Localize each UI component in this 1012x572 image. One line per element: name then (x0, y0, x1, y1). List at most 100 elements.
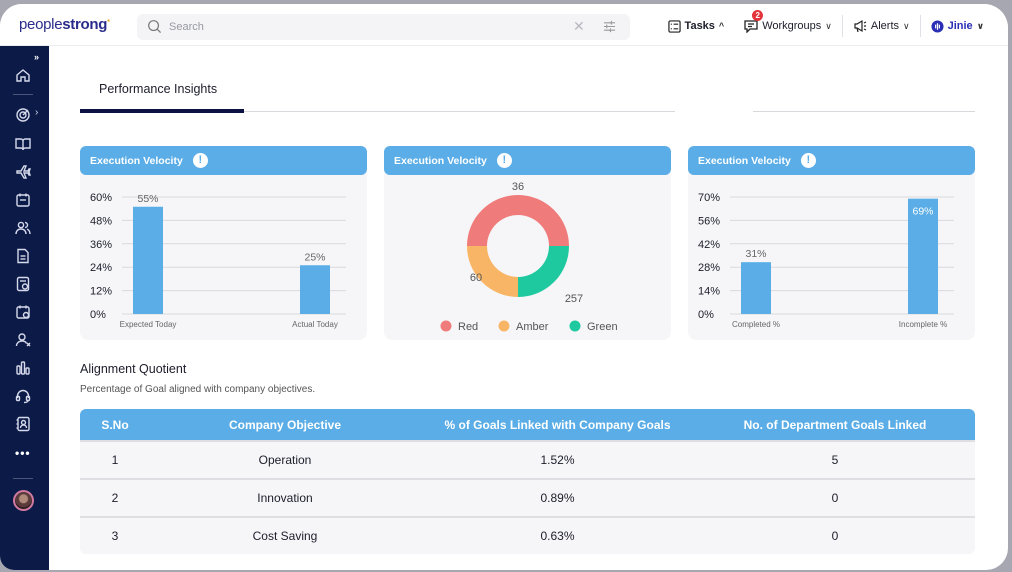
contacts-icon[interactable] (14, 415, 32, 433)
completion-bar-chart: 0% 14% 28% 42% 56% 70% 31% Completed % 69% Incomp… (698, 192, 954, 329)
info-icon[interactable]: ! (800, 153, 816, 168)
sidebar-divider (13, 478, 33, 479)
execution-velocity-card-1: Execution Velocity ! 0% 12% 24% 36% 48% 60% 55… (80, 146, 367, 340)
more-icon[interactable]: ••• (15, 446, 31, 460)
card-header: Execution Velocity ! (688, 146, 975, 175)
data-label: 69% (912, 206, 933, 218)
cell-sno: 2 (111, 491, 119, 505)
data-label: 31% (745, 248, 766, 260)
header-goals-linked-pct[interactable]: % of Goals Linked with Company Goals (420, 418, 695, 432)
goals-icon[interactable] (14, 106, 32, 124)
expected-vs-actual-bar-chart: 0% 12% 24% 36% 48% 60% 55% Expected Today 25% Act… (90, 192, 346, 329)
active-tab-indicator (80, 109, 244, 113)
y-tick-label: 42% (698, 239, 720, 251)
header-dept-goals-linked[interactable]: No. of Department Goals Linked (695, 418, 975, 432)
cell-dept-goals: 0 (831, 529, 839, 543)
header-company-objective[interactable]: Company Objective (150, 418, 420, 432)
clear-search-icon[interactable]: ✕ (573, 19, 585, 33)
y-tick-label: 0% (90, 309, 106, 321)
cell-dept-goals: 0 (831, 491, 839, 505)
bar (300, 265, 330, 314)
logo-mark-icon: ▪ (107, 16, 110, 25)
chevron-right-icon[interactable]: › (35, 107, 38, 118)
schedule-icon[interactable] (14, 303, 32, 321)
cell-objective: Operation (258, 453, 312, 467)
data-label: 60 (470, 272, 482, 284)
execution-velocity-card-2: Execution Velocity ! 36 60 257 Red Amber Gree… (384, 146, 671, 340)
tasks-menu[interactable]: Tasks ^ (658, 15, 735, 37)
card-title: Execution Velocity (698, 154, 791, 167)
tab-divider (244, 111, 675, 112)
donut-slice-red (467, 195, 569, 246)
logo-text-1: people (19, 16, 63, 33)
search-bar: ✕ (137, 14, 630, 40)
y-tick-label: 28% (698, 262, 720, 274)
filter-icon[interactable] (603, 20, 616, 38)
alerts-menu[interactable]: Alerts ∨ (843, 15, 920, 37)
logo[interactable]: peoplestrong▪ (19, 16, 110, 33)
y-tick-label: 70% (698, 192, 720, 204)
workgroups-label: Workgroups (762, 20, 822, 32)
chevron-up-icon: ^ (718, 21, 725, 31)
calendar-icon[interactable] (14, 191, 32, 209)
info-icon[interactable]: ! (496, 153, 512, 168)
chat-icon (744, 20, 758, 33)
y-tick-label: 12% (90, 286, 112, 298)
search-input[interactable] (169, 18, 549, 36)
cell-goals-pct: 0.63% (540, 529, 575, 543)
main-content: Performance Insights Execution Velocity … (49, 46, 1008, 570)
workgroups-menu[interactable]: 2 Workgroups ∨ (734, 10, 842, 37)
y-tick-label: 14% (698, 286, 720, 298)
jinie-label: Jinie (947, 20, 973, 32)
chevron-down-icon: ∨ (903, 20, 910, 31)
avatar[interactable] (13, 490, 34, 511)
tasks-icon (667, 19, 681, 33)
tab-performance-insights[interactable]: Performance Insights (99, 82, 217, 96)
search-icon (147, 19, 162, 39)
info-icon[interactable]: ! (192, 153, 208, 168)
table-row[interactable]: 3 Cost Saving 0.63% 0 (80, 516, 975, 554)
alignment-quotient-subtitle: Percentage of Goal aligned with company … (80, 384, 316, 395)
cell-sno: 3 (111, 529, 119, 543)
x-tick-label: Actual Today (292, 320, 338, 329)
card-header: Execution Velocity ! (80, 146, 367, 175)
user-remove-icon[interactable] (14, 331, 32, 349)
header-sno[interactable]: S.No (80, 418, 150, 432)
reports-icon[interactable] (14, 275, 32, 293)
cell-sno: 1 (111, 453, 119, 467)
table-row[interactable]: 2 Innovation 0.89% 0 (80, 478, 975, 516)
support-icon[interactable] (14, 387, 32, 405)
cell-dept-goals: 5 (831, 453, 839, 467)
legend-swatch (440, 320, 452, 332)
sidebar-divider (13, 94, 33, 95)
logo-text-2: strong (62, 16, 108, 33)
data-label: 36 (512, 181, 524, 193)
analytics-icon[interactable] (14, 359, 32, 377)
data-label: 25% (304, 251, 325, 263)
data-label: 257 (565, 293, 583, 305)
table-row[interactable]: 1 Operation 1.52% 5 (80, 440, 975, 478)
alignment-table: S.No Company Objective % of Goals Linked… (80, 409, 975, 554)
cell-objective: Innovation (257, 491, 313, 505)
table-header: S.No Company Objective % of Goals Linked… (80, 409, 975, 440)
document-icon[interactable] (14, 247, 32, 265)
rag-donut-chart: 36 60 257 Red Amber Green (440, 181, 618, 333)
sidebar: » › ••• (0, 46, 49, 570)
jinie-menu[interactable]: Jinie ∨ (921, 15, 994, 37)
legend-label: Green (587, 321, 618, 333)
execution-velocity-card-3: Execution Velocity ! 0% 14% 28% 42% 56% 70% 31… (688, 146, 975, 340)
travel-icon[interactable] (14, 163, 32, 181)
card-header: Execution Velocity ! (384, 146, 671, 175)
people-icon[interactable] (14, 219, 32, 237)
jinie-icon (931, 19, 944, 33)
chevron-down-icon: ∨ (976, 20, 984, 31)
tasks-label: Tasks (684, 20, 715, 32)
home-icon[interactable] (14, 66, 32, 84)
learning-icon[interactable] (14, 135, 32, 153)
expand-sidebar-icon[interactable]: » (34, 52, 39, 62)
card-title: Execution Velocity (394, 154, 487, 167)
legend-label: Amber (516, 321, 549, 333)
card-title: Execution Velocity (90, 154, 183, 167)
y-tick-label: 24% (90, 262, 112, 274)
x-tick-label: Completed % (732, 320, 780, 329)
